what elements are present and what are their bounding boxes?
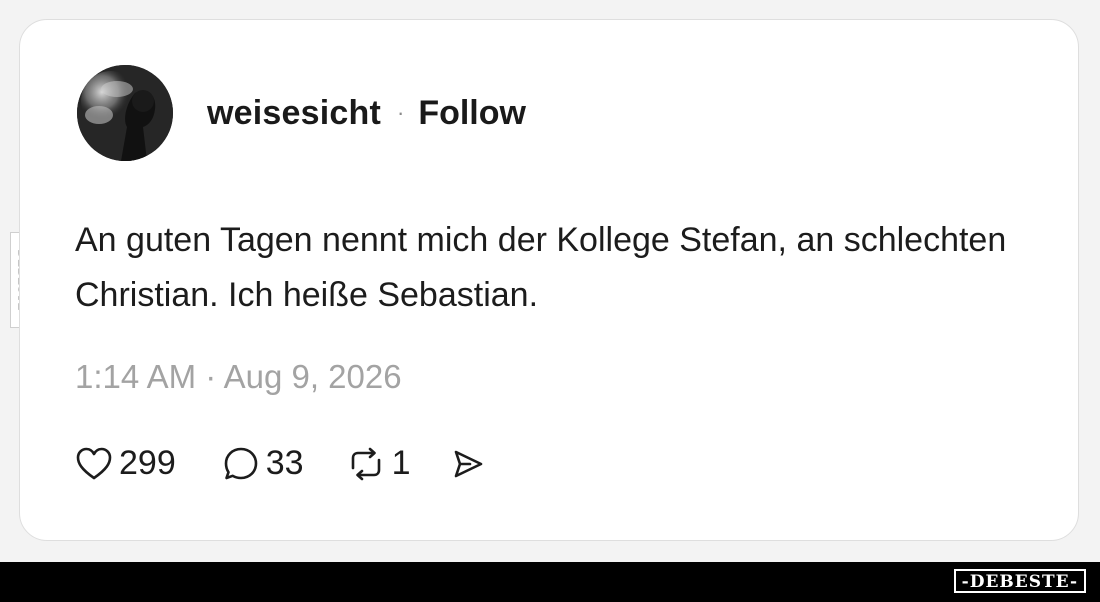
action-bar: 299 33 1 <box>75 444 486 483</box>
username[interactable]: weisesicht <box>207 94 381 133</box>
avatar-image <box>77 65 173 161</box>
repost-icon <box>346 446 386 482</box>
post-header: weisesicht · Follow <box>77 65 526 161</box>
avatar[interactable] <box>77 65 173 161</box>
separator-dot: · <box>396 100 405 125</box>
post-text: An guten Tagen nennt mich der Kollege St… <box>75 221 1007 314</box>
footer-bar: -DEBESTE- <box>0 562 1100 602</box>
follow-button[interactable]: Follow <box>418 94 526 133</box>
page: DEBESTE <box>0 0 1100 602</box>
repost-button[interactable]: 1 <box>346 444 411 483</box>
post-timestamp[interactable]: 1:14 AM · Aug 9, 2026 <box>75 358 402 396</box>
share-button[interactable] <box>450 446 486 482</box>
send-icon <box>450 446 486 482</box>
reply-count: 33 <box>265 444 304 482</box>
reply-button[interactable]: 33 <box>222 444 304 483</box>
speech-bubble-icon <box>222 445 260 483</box>
like-button[interactable]: 299 <box>75 444 176 483</box>
repost-count: 1 <box>391 444 411 482</box>
post-card: weisesicht · Follow An guten Tagen nennt… <box>19 19 1079 541</box>
like-count: 299 <box>119 444 176 482</box>
heart-icon <box>75 446 113 482</box>
brand-logo: -DEBESTE- <box>953 569 1086 593</box>
